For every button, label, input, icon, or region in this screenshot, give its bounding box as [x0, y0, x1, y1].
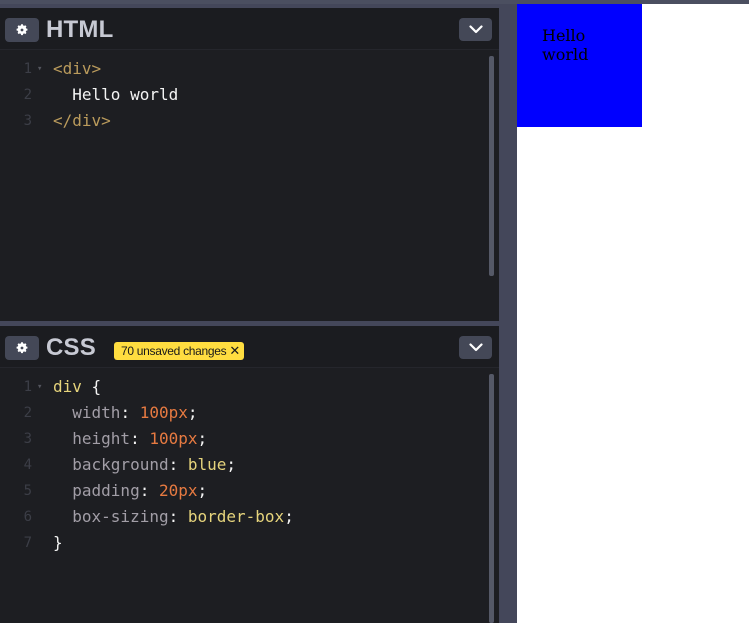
code-token: Hello world [53, 85, 179, 104]
code-content: Hello world [53, 82, 178, 108]
code-token: : [168, 507, 188, 526]
code-content: box-sizing: border-box; [53, 504, 294, 530]
line-number: 5 [23, 483, 32, 499]
code-token: ; [284, 507, 294, 526]
code-content: div { [53, 374, 101, 400]
code-line[interactable]: 1 ▾ <div> [0, 56, 488, 82]
editor-column: HTML 1 ▾ <div> 2 Hello world 3 </div> CSS 70 … [0, 4, 517, 623]
code-token: blue [187, 455, 227, 474]
css-settings-button[interactable] [5, 336, 39, 360]
unsaved-changes-label: 70 unsaved changes [121, 344, 227, 358]
code-token: 100px [139, 403, 188, 422]
line-number: 2 [23, 87, 32, 103]
html-panel-title: HTML [46, 16, 114, 43]
unsaved-changes-badge: 70 unsaved changes ✕ [114, 342, 245, 360]
code-token: ; [197, 429, 208, 448]
code-token: div [53, 377, 92, 396]
code-line[interactable]: 1 ▾ div { [0, 374, 488, 400]
html-panel-header: HTML [0, 8, 499, 50]
close-icon[interactable]: ✕ [229, 345, 240, 358]
line-number: 1 [23, 61, 32, 77]
chevron-down-icon [468, 343, 483, 352]
code-token: height [53, 429, 131, 448]
code-token: } [53, 533, 63, 552]
code-token: padding [53, 481, 140, 500]
code-content: <div> [53, 56, 101, 82]
line-number: 3 [23, 431, 32, 447]
line-number: 3 [23, 113, 32, 129]
code-content: background: blue; [53, 452, 236, 478]
code-line[interactable]: 3 height: 100px; [0, 426, 488, 452]
css-editor-scrollbar[interactable] [489, 374, 494, 623]
html-code-editor[interactable]: 1 ▾ <div> 2 Hello world 3 </div> [0, 56, 488, 134]
code-token: width [53, 403, 121, 422]
code-line[interactable]: 5 padding: 20px; [0, 478, 488, 504]
fold-arrow-icon[interactable]: ▾ [37, 374, 42, 400]
css-collapse-button[interactable] [459, 336, 492, 359]
code-content: padding: 20px; [53, 478, 207, 504]
html-editor-scrollbar[interactable] [489, 56, 494, 276]
html-editor-panel: HTML 1 ▾ <div> 2 Hello world 3 </div> [0, 8, 499, 321]
gear-icon [16, 342, 28, 354]
line-number: 7 [23, 535, 32, 551]
code-token: 20px [158, 481, 198, 500]
code-token: </div> [53, 111, 111, 130]
gear-icon [16, 24, 28, 36]
result-preview: Hello world [517, 4, 749, 623]
html-collapse-button[interactable] [459, 18, 492, 41]
code-line[interactable]: 7} [0, 530, 488, 556]
line-number: 4 [23, 457, 32, 473]
css-panel-title: CSS [46, 334, 96, 361]
code-content: height: 100px; [53, 426, 207, 452]
code-token: : [130, 429, 150, 448]
chevron-down-icon [468, 25, 483, 34]
code-line[interactable]: 4 background: blue; [0, 452, 488, 478]
code-line[interactable]: 2 Hello world [0, 82, 488, 108]
css-panel-header: CSS 70 unsaved changes ✕ [0, 326, 499, 368]
code-line[interactable]: 2 width: 100px; [0, 400, 488, 426]
code-token: box-sizing [53, 507, 169, 526]
preview-div-box: Hello world [517, 4, 642, 127]
code-line[interactable]: 6 box-sizing: border-box; [0, 504, 488, 530]
html-settings-button[interactable] [5, 18, 39, 42]
line-number: 6 [23, 509, 32, 525]
code-token: ; [197, 481, 208, 500]
code-token: : [139, 481, 159, 500]
code-token: : [168, 455, 188, 474]
code-token: border-box [187, 507, 285, 526]
preview-text: Hello world [542, 26, 589, 64]
css-editor-panel: CSS 70 unsaved changes ✕ 1 ▾ div {2 width:… [0, 326, 499, 623]
code-token: ; [226, 455, 237, 474]
line-number: 2 [23, 405, 32, 421]
code-token: { [91, 377, 102, 396]
code-token: ; [187, 403, 198, 422]
code-token: : [120, 403, 140, 422]
code-token: background [53, 455, 169, 474]
code-token: <div> [53, 59, 102, 78]
code-content: width: 100px; [53, 400, 198, 426]
code-token: 100px [149, 429, 198, 448]
code-content: </div> [53, 108, 111, 134]
line-number: 1 [23, 379, 32, 395]
code-content: } [53, 530, 63, 556]
code-line[interactable]: 3 </div> [0, 108, 488, 134]
css-code-editor[interactable]: 1 ▾ div {2 width: 100px; 3 height: 100px; 4 … [0, 374, 488, 556]
fold-arrow-icon[interactable]: ▾ [37, 56, 42, 82]
